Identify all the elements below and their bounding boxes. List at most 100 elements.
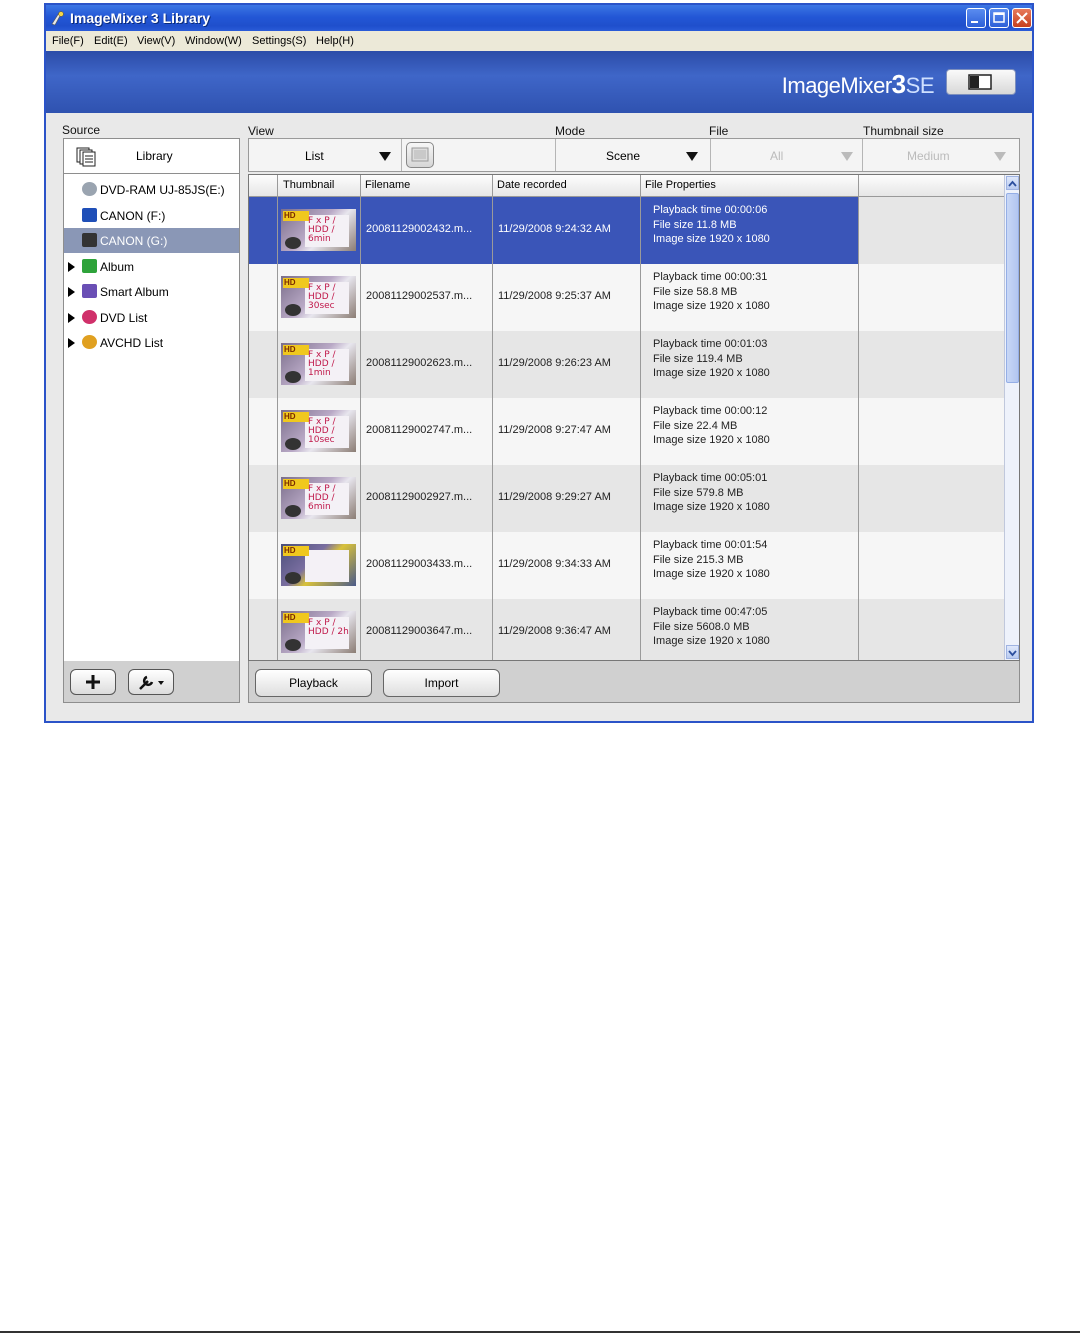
file-properties: Playback time 00:01:03 File size 119.4 MB… <box>653 337 770 381</box>
table-row[interactable]: HD F x P / HDD / 10sec 20081129002747.m...… <box>249 398 1004 465</box>
video-thumbnail[interactable]: HD F x P / HDD / 6min <box>281 209 356 251</box>
smart-album-icon <box>82 284 97 298</box>
video-thumbnail[interactable]: HD F x P / HDD / 10sec <box>281 410 356 452</box>
camera-icon <box>285 572 301 584</box>
file-label: File <box>709 124 729 138</box>
scroll-thumb[interactable] <box>1006 193 1019 383</box>
source-item-label: CANON (F:) <box>100 208 166 223</box>
chevron-down-icon <box>1008 650 1017 657</box>
hd-badge-icon: HD <box>283 613 309 623</box>
hd-badge-icon: HD <box>283 546 309 556</box>
wrench-icon <box>139 675 164 690</box>
property-playback: Playback time 00:01:03 <box>653 338 768 350</box>
video-thumbnail[interactable]: HD F x P / HDD / 2h <box>281 611 356 653</box>
hd-badge-icon: HD <box>283 479 309 489</box>
vertical-scrollbar[interactable] <box>1004 175 1019 660</box>
expand-arrow-icon[interactable] <box>68 261 75 272</box>
date-recorded: 11/29/2008 9:34:33 AM <box>498 558 611 570</box>
camcorder-drive-icon <box>82 233 97 247</box>
app-logo: ImageMixer3SE <box>782 69 935 100</box>
mode-label: Mode <box>555 124 586 138</box>
playback-button[interactable]: Playback <box>255 669 372 697</box>
video-thumbnail[interactable]: HD F x P / HDD / 1min <box>281 343 356 385</box>
import-button[interactable]: Import <box>383 669 500 697</box>
action-bar: Playback Import <box>248 661 1020 703</box>
library-header[interactable]: Library <box>64 139 239 174</box>
plus-icon <box>86 675 100 689</box>
source-item-label: CANON (G:) <box>100 234 168 248</box>
file-properties: Playback time 00:47:05 File size 5608.0 M… <box>653 605 770 649</box>
menu-help[interactable]: Help(H) <box>316 35 354 47</box>
property-image: Image size 1920 x 1080 <box>653 635 770 647</box>
close-button[interactable] <box>1012 8 1032 28</box>
property-size: File size 5608.0 MB <box>653 620 750 633</box>
minimize-button[interactable] <box>966 8 986 28</box>
view-label: View <box>248 124 274 138</box>
col-thumbnail[interactable]: Thumbnail <box>283 179 334 191</box>
thumbnail-handwriting: F x P / HDD / 2h <box>308 618 349 637</box>
source-item[interactable]: AVCHD List <box>64 330 239 355</box>
thumbnail-size-dropdown[interactable]: Medium <box>863 139 1017 171</box>
window-title: ImageMixer 3 Library <box>70 10 211 26</box>
filename: 20081129003647.m... <box>366 625 473 637</box>
layout-toggle-button[interactable] <box>946 69 1016 95</box>
col-filename[interactable]: Filename <box>365 179 410 191</box>
app-window: ImageMixer 3 Library File(F) Edit(E) Vie… <box>44 3 1034 723</box>
menu-bar: File(F) Edit(E) View(V) Window(W) Settin… <box>46 31 1032 51</box>
source-item[interactable]: CANON (G:) <box>64 228 239 253</box>
video-thumbnail[interactable]: HD <box>281 544 356 586</box>
chevron-down-icon <box>994 152 1006 161</box>
col-file-properties[interactable]: File Properties <box>645 179 716 191</box>
thumbnail-handwriting: F x P / HDD / 6min <box>308 484 336 512</box>
thumbnail-size-value: Medium <box>907 149 950 163</box>
video-thumbnail[interactable]: HD F x P / HDD / 6min <box>281 477 356 519</box>
camera-icon <box>285 639 301 651</box>
filename: 20081129002747.m... <box>366 424 473 436</box>
filename: 20081129002927.m... <box>366 491 473 503</box>
property-playback: Playback time 00:05:01 <box>653 472 768 484</box>
layout-icon <box>968 74 992 90</box>
file-properties: Playback time 00:00:12 File size 22.4 MB I… <box>653 404 770 448</box>
source-item[interactable]: DVD-RAM UJ-85JS(E:) <box>64 177 239 202</box>
date-recorded: 11/29/2008 9:36:47 AM <box>498 625 611 637</box>
menu-settings[interactable]: Settings(S) <box>252 35 306 47</box>
title-bar[interactable]: ImageMixer 3 Library <box>46 5 1032 31</box>
menu-view[interactable]: View(V) <box>137 35 175 47</box>
expand-arrow-icon[interactable] <box>68 312 75 323</box>
album-icon <box>82 258 97 273</box>
table-row[interactable]: HD F x P / HDD / 6min 20081129002927.m... 1… <box>249 465 1004 532</box>
expand-arrow-icon[interactable] <box>68 287 75 297</box>
col-date-recorded[interactable]: Date recorded <box>497 179 567 191</box>
table-row[interactable]: HD F x P / HDD / 2h 20081129003647.m... 11/… <box>249 599 1004 660</box>
menu-window[interactable]: Window(W) <box>185 35 242 47</box>
library-label: Library <box>136 149 173 163</box>
expand-arrow-icon[interactable] <box>68 338 75 348</box>
source-item[interactable]: Album <box>64 254 239 279</box>
mode-dropdown[interactable]: Scene <box>555 139 711 171</box>
view-dropdown[interactable]: List <box>249 139 402 171</box>
menu-edit[interactable]: Edit(E) <box>94 35 128 47</box>
add-button[interactable] <box>70 669 116 695</box>
menu-file[interactable]: File(F) <box>52 35 84 47</box>
table-row[interactable]: HD F x P / HDD / 1min 20081129002623.m... 1… <box>249 331 1004 398</box>
file-dropdown[interactable]: All <box>710 139 863 171</box>
source-item[interactable]: CANON (F:) <box>64 203 239 228</box>
tools-button[interactable] <box>128 669 174 695</box>
maximize-button[interactable] <box>989 8 1009 28</box>
property-size: File size 11.8 MB <box>653 218 737 231</box>
thumbnail-handwriting: F x P / HDD / 1min <box>308 350 336 378</box>
logo-number: 3 <box>891 69 906 99</box>
source-item[interactable]: Smart Album <box>64 279 239 304</box>
file-properties: Playback time 00:00:31 File size 58.8 MB I… <box>653 270 770 314</box>
scroll-down-button[interactable] <box>1006 645 1019 659</box>
table-row[interactable]: HD 20081129003433.m... 11/29/2008 9:34:33 … <box>249 532 1004 599</box>
source-item[interactable]: DVD List <box>64 305 239 330</box>
table-row[interactable]: HD F x P / HDD / 6min 20081129002432.m... 1… <box>249 197 1004 264</box>
chevron-down-icon <box>686 152 698 161</box>
scroll-up-button[interactable] <box>1006 176 1019 190</box>
table-row[interactable]: HD F x P / HDD / 30sec 20081129002537.m...… <box>249 264 1004 331</box>
camera-icon <box>285 237 301 249</box>
video-thumbnail[interactable]: HD F x P / HDD / 30sec <box>281 276 356 318</box>
display-toggle-button[interactable] <box>406 142 434 168</box>
source-item-label: AVCHD List <box>100 336 164 350</box>
